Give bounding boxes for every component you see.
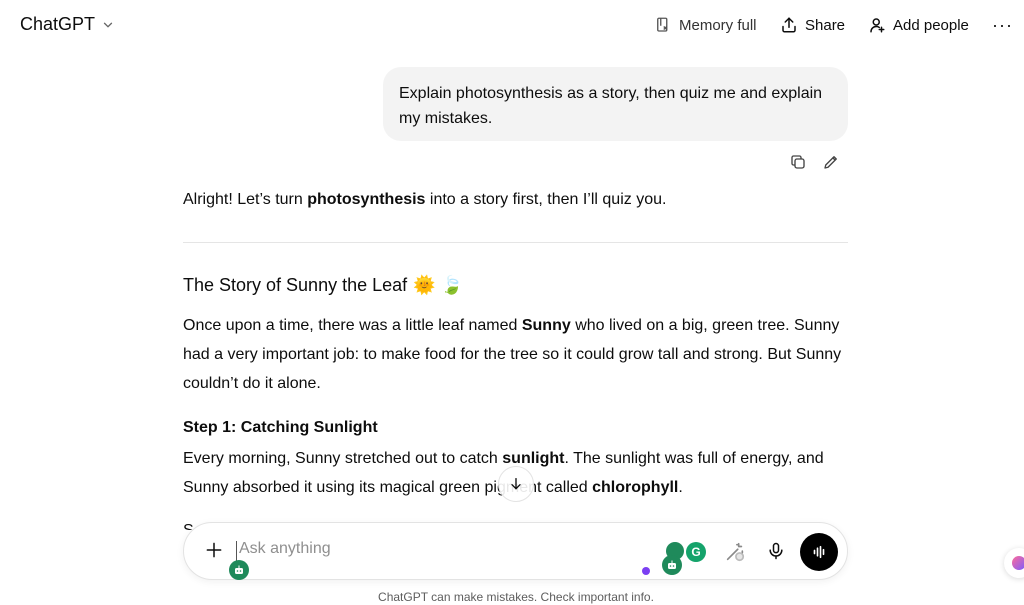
- plus-icon[interactable]: [204, 540, 224, 560]
- story-title: The Story of Sunny the Leaf: [183, 275, 408, 295]
- share-label: Share: [805, 16, 846, 34]
- memory-icon: [657, 17, 668, 32]
- status-dot: [642, 567, 650, 575]
- disclaimer-text: ChatGPT can make mistakes. Check importa…: [378, 590, 654, 604]
- story-paragraph-1: Once upon a time, there was a little lea…: [183, 311, 853, 398]
- model-selector[interactable]: ChatGPT: [20, 14, 115, 35]
- top-bar: ChatGPT Memory full Share Add people ···: [0, 0, 1024, 50]
- add-people-button[interactable]: Add people: [868, 14, 969, 36]
- text-caret: [236, 541, 237, 561]
- scroll-to-bottom-button[interactable]: [498, 466, 534, 502]
- more-options-button[interactable]: ···: [992, 14, 1013, 36]
- memory-full-button[interactable]: Memory full: [654, 14, 757, 36]
- grammarly-icon[interactable]: G: [686, 542, 706, 562]
- p2-bold-chlorophyll: chlorophyll: [592, 479, 679, 496]
- assistant-intro: Alright! Let’s turn photosynthesis into …: [183, 188, 666, 212]
- p1-text-a: Once upon a time, there was a little lea…: [183, 317, 522, 334]
- chevron-down-icon: [103, 22, 113, 28]
- p2-text-a: Every morning, Sunny stretched out to ca…: [183, 450, 503, 467]
- extension-robot-icon-2[interactable]: [662, 555, 682, 575]
- p2-bold-sunlight: sunlight: [502, 450, 565, 467]
- section-divider: [183, 242, 848, 243]
- p2-text-e: .: [678, 479, 683, 496]
- arrow-down-icon: [511, 478, 521, 490]
- share-button[interactable]: Share: [780, 14, 845, 36]
- memory-label: Memory full: [679, 16, 757, 34]
- intro-bold-term: photosynthesis: [307, 191, 426, 208]
- message-composer[interactable]: Ask anything G: [183, 522, 848, 580]
- sun-leaf-emoji-icon: 🌞 🍃: [413, 275, 463, 295]
- intro-text-start: Alright! Let’s turn: [183, 191, 308, 208]
- voice-mode-button[interactable]: [800, 533, 838, 571]
- share-icon: [782, 17, 796, 33]
- waveform-icon: [813, 545, 825, 559]
- extension-robot-icon[interactable]: [229, 560, 249, 580]
- intro-text-end: into a story first, then I’ll quiz you.: [425, 191, 667, 208]
- user-message: Explain photosynthesis as a story, then …: [383, 67, 848, 141]
- copy-icon[interactable]: [789, 153, 807, 171]
- assistant-floating-icon[interactable]: [1004, 548, 1024, 578]
- step-1-heading: Step 1: Catching Sunlight: [183, 419, 378, 436]
- add-person-icon: [870, 18, 885, 33]
- prompt-input[interactable]: Ask anything: [239, 540, 331, 558]
- edit-icon[interactable]: [822, 153, 840, 171]
- magic-wand-icon[interactable]: [724, 541, 746, 563]
- model-name: ChatGPT: [20, 14, 96, 34]
- microphone-icon[interactable]: [766, 541, 786, 561]
- story-heading: The Story of Sunny the Leaf 🌞 🍃: [183, 275, 463, 296]
- p1-bold-sunny: Sunny: [521, 317, 571, 334]
- add-people-label: Add people: [893, 16, 969, 34]
